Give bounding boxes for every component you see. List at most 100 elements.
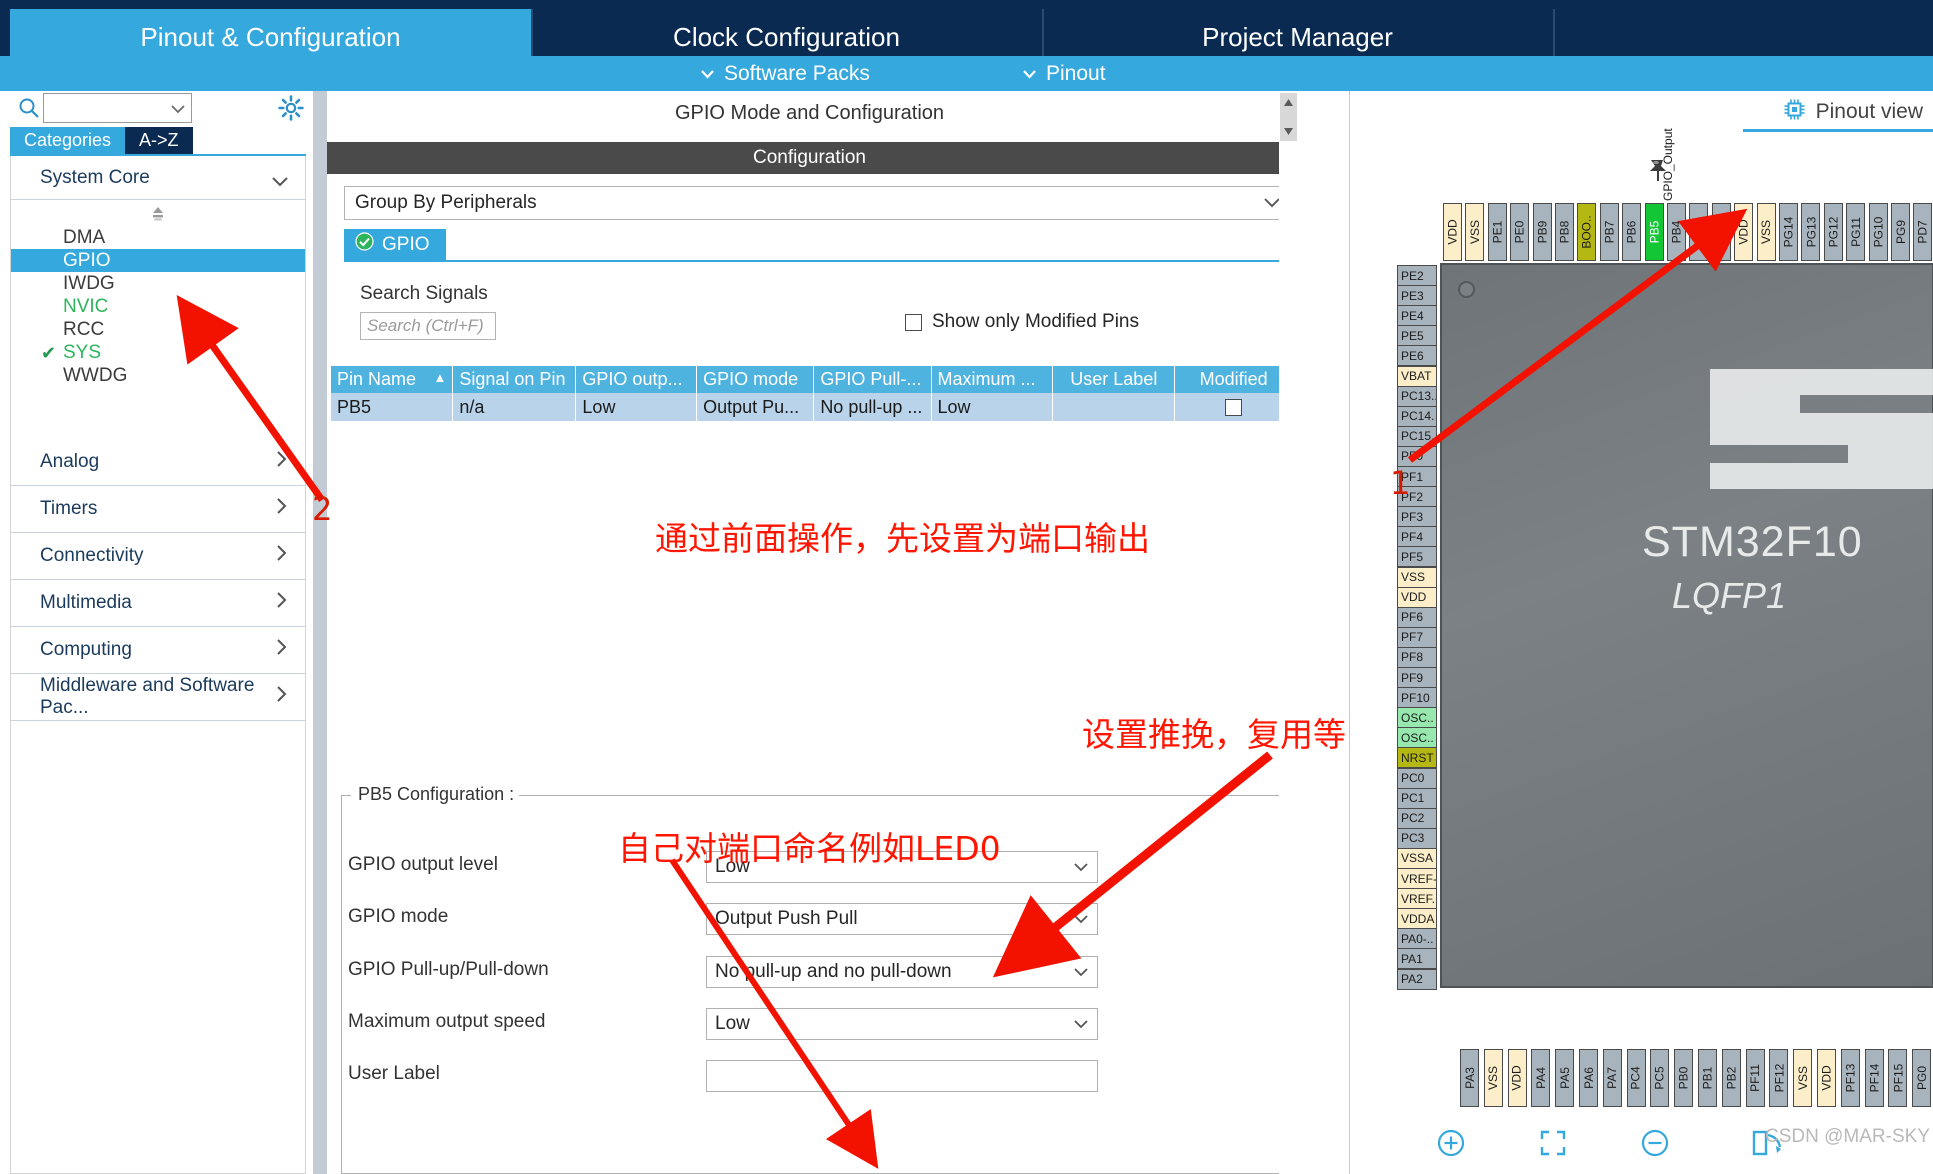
- chip-pin-pe0[interactable]: PE0: [1510, 203, 1530, 261]
- cell-gpio-output[interactable]: Low: [575, 393, 698, 421]
- chip-pin-nrst[interactable]: NRST: [1397, 747, 1437, 769]
- chip-pin-pe5[interactable]: PE5: [1397, 325, 1437, 347]
- chevron-down-icon[interactable]: [1073, 856, 1089, 878]
- chip-pin-pe3[interactable]: PE3: [1397, 285, 1437, 307]
- col-maximum-speed[interactable]: Maximum ...: [931, 366, 1054, 393]
- chevron-down-icon[interactable]: [170, 101, 186, 119]
- sidebar-category-middleware[interactable]: Middleware and Software Pac...: [11, 674, 305, 721]
- chip-pin-pg14[interactable]: PG14: [1779, 203, 1798, 261]
- chip-pin-pf11[interactable]: PF11: [1745, 1049, 1765, 1107]
- col-pin-name[interactable]: Pin Name ▲: [331, 366, 454, 393]
- chip-pin-pb3[interactable]: PB3: [1689, 203, 1709, 261]
- chip-pin-pb8[interactable]: PB8: [1555, 203, 1574, 261]
- col-user-label[interactable]: User Label: [1052, 366, 1176, 393]
- panel-splitter-handle[interactable]: [314, 91, 327, 1174]
- cell-signal-on-pin[interactable]: n/a: [452, 393, 577, 421]
- chip-pin-pg12[interactable]: PG12: [1823, 203, 1843, 261]
- chip-pin-pe6[interactable]: PE6: [1397, 345, 1437, 367]
- cell-maximum-speed[interactable]: Low: [931, 393, 1054, 421]
- fit-to-screen-icon[interactable]: [1536, 1126, 1570, 1160]
- col-modified[interactable]: Modified: [1174, 366, 1292, 393]
- chip-pin-vss[interactable]: VSS: [1465, 203, 1485, 261]
- chip-pin-pb1[interactable]: PB1: [1698, 1049, 1717, 1107]
- chip-pin-pg11[interactable]: PG11: [1846, 203, 1866, 261]
- chevron-right-icon[interactable]: [275, 544, 287, 568]
- chip-pin-pb6[interactable]: PB6: [1622, 203, 1642, 261]
- gpio-pull-select[interactable]: No pull-up and no pull-down: [706, 956, 1098, 988]
- chip-pin-pf15[interactable]: PF15: [1888, 1049, 1908, 1107]
- chip-pin-pa5[interactable]: PA5: [1555, 1049, 1575, 1107]
- scroll-up-arrow[interactable]: [1280, 93, 1297, 117]
- chip-pin-vdd[interactable]: VDD: [1443, 203, 1462, 261]
- sidebar-category-connectivity[interactable]: Connectivity: [11, 533, 305, 580]
- search-icon[interactable]: [18, 97, 40, 119]
- chip-pin-vssa[interactable]: VSSA: [1397, 847, 1437, 869]
- sort-ascending-icon[interactable]: ▲: [434, 369, 447, 387]
- chip-pin-pf3[interactable]: PF3: [1397, 506, 1437, 528]
- chip-pin-pa0[interactable]: PA0-..: [1397, 928, 1437, 950]
- chip-pin-pf8[interactable]: PF8: [1397, 646, 1437, 668]
- sidebar-item-rcc[interactable]: RCC: [11, 318, 305, 341]
- sidebar-category-multimedia[interactable]: Multimedia: [11, 580, 305, 627]
- col-signal-on-pin[interactable]: Signal on Pin: [452, 366, 577, 393]
- cell-gpio-mode[interactable]: Output Pu...: [696, 393, 815, 421]
- chip-pin-pc3[interactable]: PC3: [1397, 827, 1437, 849]
- zoom-out-icon[interactable]: [1638, 1126, 1672, 1160]
- chevron-right-icon[interactable]: [275, 497, 287, 521]
- search-signals-input[interactable]: Search (Ctrl+F): [360, 312, 496, 340]
- sidebar-item-sys[interactable]: ✔ SYS: [11, 341, 305, 364]
- chip-pin-vdd[interactable]: VDD: [1817, 1049, 1836, 1107]
- sidebar-tab-a-to-z[interactable]: A->Z: [125, 127, 193, 154]
- chevron-down-icon[interactable]: [1073, 908, 1089, 930]
- scroll-down-arrow[interactable]: [1280, 117, 1297, 141]
- menu-pinout[interactable]: Pinout: [1022, 56, 1106, 91]
- chip-pin-pb0[interactable]: PB0: [1674, 1049, 1694, 1107]
- chip-pin-pf7[interactable]: PF7: [1397, 626, 1437, 648]
- chip-pin-vdd[interactable]: VDD: [1734, 203, 1754, 261]
- chip-pin-pe2[interactable]: PE2: [1397, 265, 1437, 286]
- chevron-down-icon[interactable]: [1073, 1013, 1089, 1035]
- chip-pin-pa1[interactable]: PA1: [1397, 948, 1437, 970]
- chevron-right-icon[interactable]: [275, 450, 287, 474]
- chip-pin-pa2[interactable]: PA2: [1397, 968, 1437, 990]
- group-by-select[interactable]: Group By Peripherals: [344, 186, 1292, 220]
- chip-pin-vdd[interactable]: VDD: [1397, 586, 1437, 608]
- cell-pin-name[interactable]: PB5: [331, 393, 454, 421]
- chip-pin-pb4[interactable]: PB4: [1667, 203, 1686, 261]
- sidebar-item-nvic[interactable]: NVIC: [11, 295, 305, 318]
- chip-pin-pe1[interactable]: PE1: [1487, 203, 1507, 261]
- table-row[interactable]: PB5 n/a Low Output Pu... No pull-up ... …: [331, 393, 1292, 421]
- chip-pin-pg0[interactable]: PG0: [1912, 1049, 1932, 1107]
- cell-gpio-pull[interactable]: No pull-up ...: [813, 393, 932, 421]
- chip-pin-vdd[interactable]: VDD: [1507, 1049, 1527, 1107]
- chip-pin-pe4[interactable]: PE4: [1397, 305, 1437, 327]
- maximum-output-speed-select[interactable]: Low: [706, 1008, 1098, 1040]
- chip-pin-osc[interactable]: OSC..: [1397, 707, 1437, 729]
- chip-pin-pa7[interactable]: PA7: [1602, 1049, 1622, 1107]
- sidebar-category-timers[interactable]: Timers: [11, 486, 305, 533]
- chip-pin-pa3[interactable]: PA3: [1460, 1049, 1479, 1107]
- sidebar-item-wwdg[interactable]: WWDG: [11, 364, 305, 387]
- cell-user-label[interactable]: [1052, 393, 1176, 421]
- chip-pin-pf13[interactable]: PF13: [1840, 1049, 1860, 1107]
- col-gpio-mode[interactable]: GPIO mode: [696, 366, 815, 393]
- chip-pin-osc[interactable]: OSC..: [1397, 727, 1437, 749]
- sidebar-category-computing[interactable]: Computing: [11, 627, 305, 674]
- col-gpio-pull[interactable]: GPIO Pull-...: [813, 366, 932, 393]
- chip-pin-pc1[interactable]: PC1: [1397, 787, 1437, 809]
- chip-pin-pg9[interactable]: PG9: [1891, 203, 1910, 261]
- chip-pin-pc13[interactable]: PC13..: [1397, 385, 1437, 407]
- sidebar-item-gpio[interactable]: GPIO: [11, 249, 305, 272]
- chip-pin-pa6[interactable]: PA6: [1579, 1049, 1598, 1107]
- chip-pin-pf14[interactable]: PF14: [1864, 1049, 1884, 1107]
- chip-pin-pc4[interactable]: PC4: [1626, 1049, 1646, 1107]
- chip-pin-pf10[interactable]: PF10: [1397, 687, 1437, 709]
- gpio-mode-select[interactable]: Output Push Pull: [706, 903, 1098, 935]
- chip-pin-vref[interactable]: VREF..: [1397, 888, 1437, 910]
- show-only-modified-pins-checkbox[interactable]: Show only Modified Pins: [905, 311, 1139, 333]
- sidebar-item-dma[interactable]: DMA: [11, 226, 305, 249]
- chip-pin-pg13[interactable]: PG13: [1801, 203, 1821, 261]
- menu-software-packs[interactable]: Software Packs: [700, 56, 870, 91]
- gear-icon[interactable]: [278, 95, 304, 121]
- chip-pin-pd7[interactable]: PD7: [1913, 203, 1933, 261]
